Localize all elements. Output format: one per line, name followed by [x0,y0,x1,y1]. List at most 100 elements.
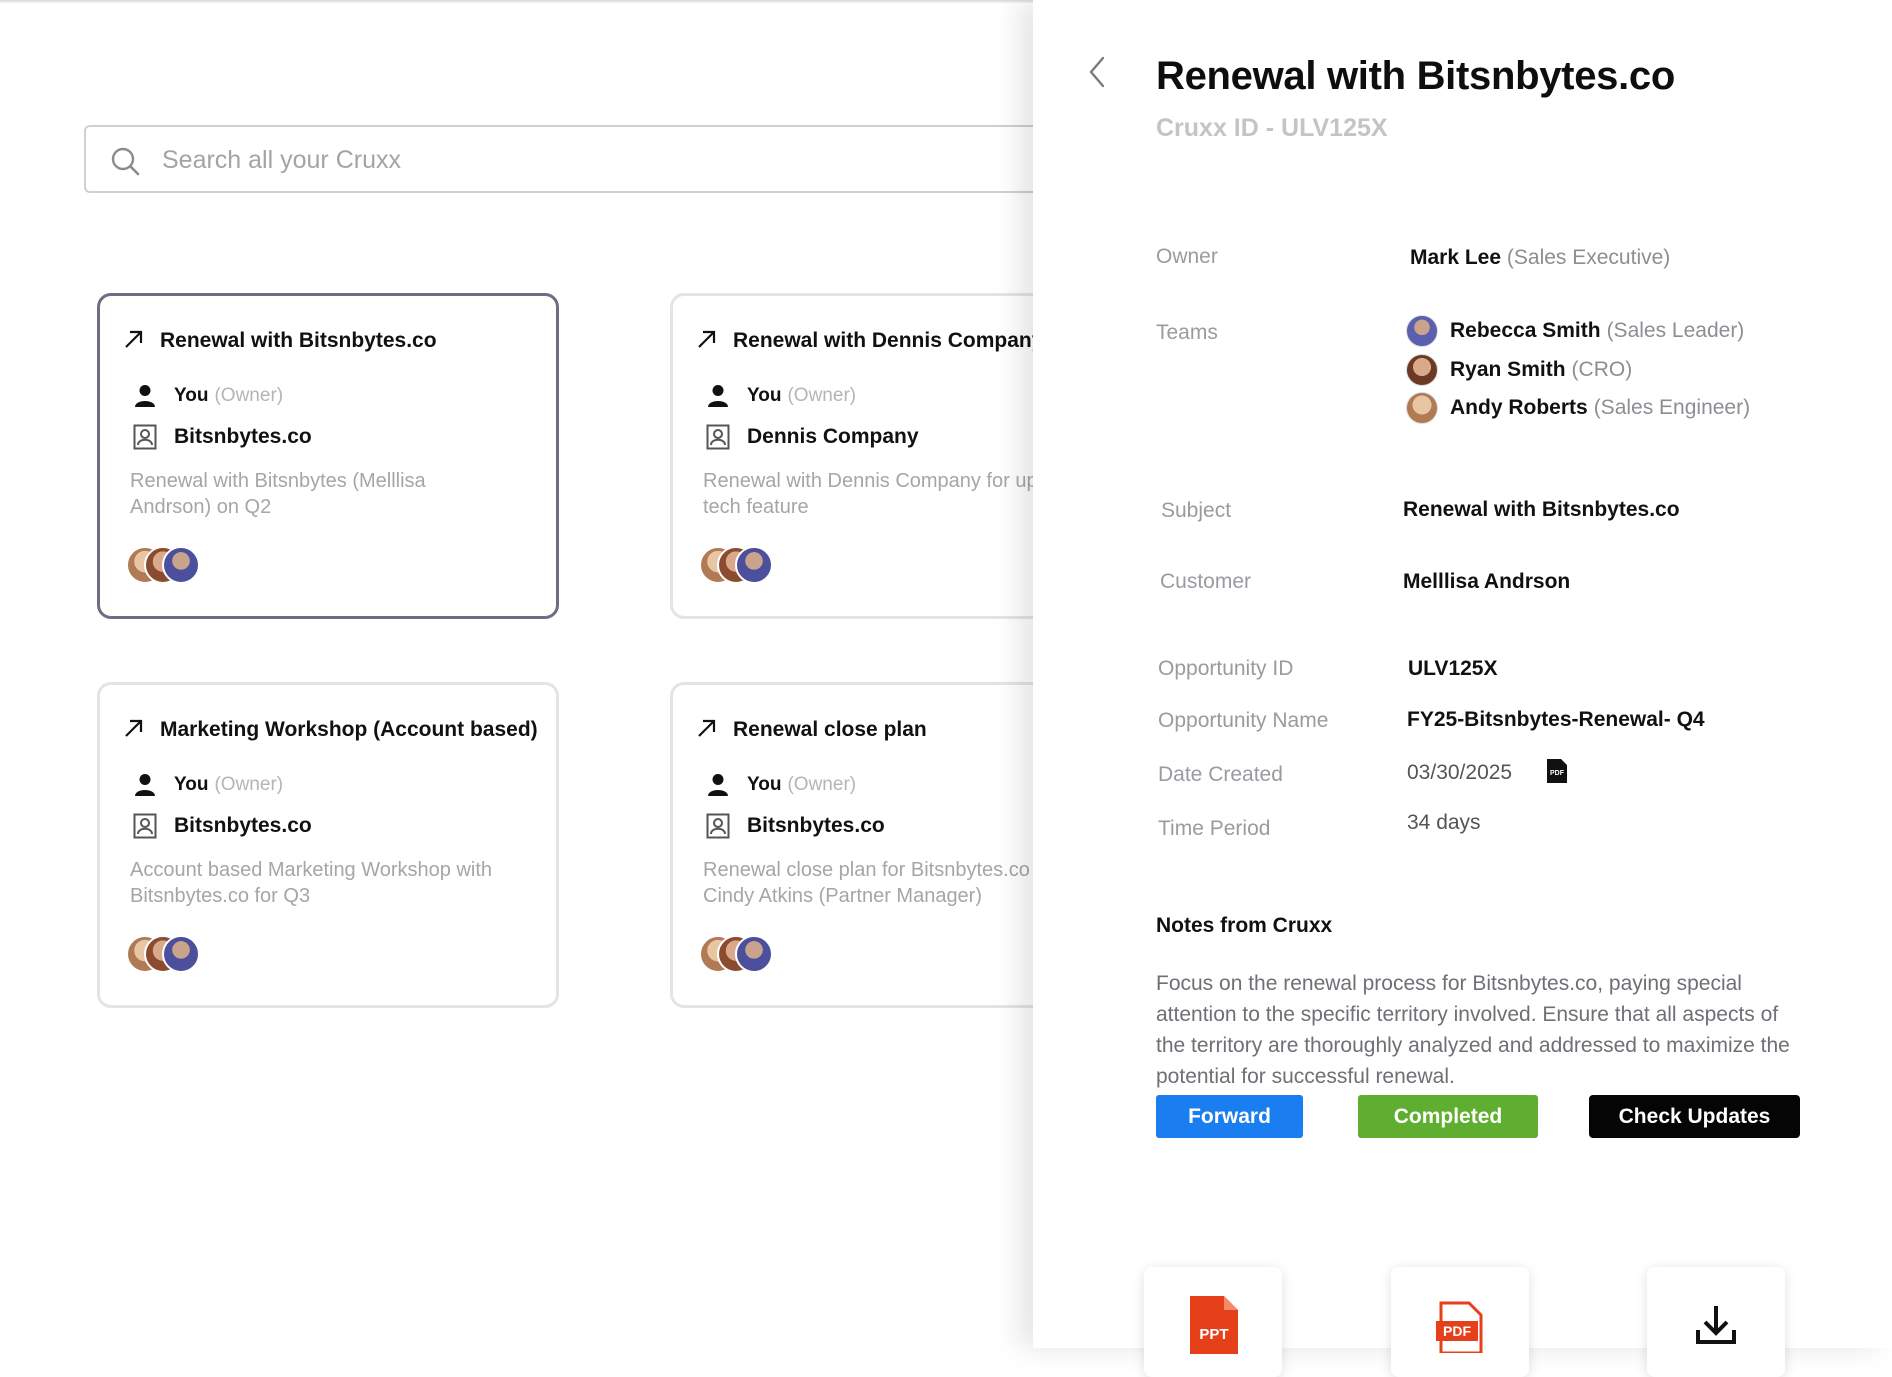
team-member: Ryan Smith (CRO) [1406,353,1632,387]
card-owner: You [747,774,782,795]
team-member-name: Rebecca Smith [1450,319,1601,342]
search-icon [111,147,140,176]
team-member-name: Ryan Smith [1450,358,1566,381]
contact-card-icon [703,811,733,841]
team-member-name: Andy Roberts [1450,396,1588,419]
cruxx-id: Cruxx ID - ULV125X [1156,114,1388,142]
team-member-role: (CRO) [1571,358,1633,381]
detail-panel: Renewal with Bitsnbytes.co Cruxx ID - UL… [1033,0,1892,1377]
card-owner-row: You (Owner) [703,381,856,411]
customer-value: Melllisa Andrson [1403,570,1571,593]
opportunity-name-value: FY25-Bitsnbytes-Renewal- Q4 [1407,708,1705,731]
card-owner: You [174,385,209,406]
card-title: Marketing Workshop (Account based) [160,718,538,741]
owner-value: Mark Lee (Sales Executive) [1410,246,1670,270]
download-tile[interactable] [1647,1267,1785,1377]
back-chevron-icon[interactable] [1083,52,1113,92]
avatar-stack [126,935,216,973]
open-arrow-icon [698,719,716,737]
avatar [1406,354,1438,386]
card-owner-role: (Owner) [214,385,284,406]
cruxx-card[interactable]: Marketing Workshop (Account based) You (… [97,682,559,1008]
card-owner-role: (Owner) [787,774,857,795]
card-title: Renewal close plan [733,718,927,741]
avatar-stack [126,546,216,584]
open-arrow-icon [125,330,143,348]
notes-heading: Notes from Cruxx [1156,914,1333,937]
pdf-file-icon: PDF [1436,1301,1483,1353]
mini-pdf-label: PDF [1550,770,1565,777]
pdf-file-icon[interactable]: PDF [1546,758,1568,784]
completed-button[interactable]: Completed [1358,1095,1538,1138]
card-description: Renewal with Dennis Company for upsell t… [703,470,1068,518]
ppt-file-icon: PPT [1190,1296,1238,1354]
contact-card-icon [130,811,160,841]
pdf-label: PDF [1443,1323,1471,1339]
avatar-stack [699,546,789,584]
avatar [735,546,773,584]
team-member-role: (Sales Leader) [1606,319,1745,342]
avatar [162,935,200,973]
person-icon [130,770,160,800]
teams-label: Teams [1156,321,1218,344]
card-owner-row: You (Owner) [130,770,283,800]
card-owner: You [174,774,209,795]
ppt-download-tile[interactable]: PPT [1144,1267,1282,1377]
detail-title: Renewal with Bitsnbytes.co [1156,54,1675,98]
person-icon [130,381,160,411]
owner-role: (Sales Executive) [1506,246,1671,269]
forward-button[interactable]: Forward [1156,1095,1303,1138]
opportunity-name-label: Opportunity Name [1158,709,1329,732]
search-input[interactable] [160,127,1064,193]
notes-text: Focus on the renewal process for Bitsnby… [1156,972,1790,1088]
cruxx-card[interactable]: Renewal with Bitsnbytes.co You (Owner) B… [97,293,559,619]
card-description: Renewal close plan for Bitsnbytes.co wit… [703,859,1071,907]
card-company: Bitsnbytes.co [174,814,312,837]
card-company-row: Bitsnbytes.co [130,811,312,841]
card-company: Bitsnbytes.co [174,425,312,448]
avatar-stack [699,935,789,973]
pdf-download-tile[interactable]: PDF [1391,1267,1529,1377]
date-created-value: 03/30/2025 [1407,761,1513,784]
customer-label: Customer [1160,570,1252,593]
download-icon [1696,1306,1736,1344]
team-member-role: (Sales Engineer) [1593,396,1751,419]
card-company: Dennis Company [747,425,919,448]
subject-label: Subject [1161,499,1232,522]
avatar [162,546,200,584]
contact-card-icon [703,422,733,452]
ppt-label: PPT [1199,1326,1228,1343]
card-title: Renewal with Bitsnbytes.co [160,329,437,352]
person-icon [703,770,733,800]
open-arrow-icon [698,330,716,348]
contact-card-icon [130,422,160,452]
avatar [1406,315,1438,347]
card-company-row: Dennis Company [703,422,919,452]
card-title: Renewal with Dennis Company [733,329,1044,352]
card-description: Renewal with Bitsnbytes (Melllisa Andrso… [130,470,426,518]
person-icon [703,381,733,411]
time-period-value: 34 days [1407,811,1481,834]
owner-label: Owner [1156,245,1218,268]
team-member: Rebecca Smith (Sales Leader) [1406,314,1744,348]
card-owner: You [747,385,782,406]
card-company-row: Bitsnbytes.co [703,811,885,841]
time-period-label: Time Period [1158,817,1271,840]
search-bar[interactable] [84,125,1124,193]
avatar [1406,392,1438,424]
owner-name: Mark Lee [1410,246,1502,269]
card-owner-role: (Owner) [214,774,284,795]
card-owner-row: You (Owner) [130,381,283,411]
card-description: Account based Marketing Workshop with Bi… [130,859,493,907]
team-member: Andy Roberts (Sales Engineer) [1406,391,1750,425]
card-company-row: Bitsnbytes.co [130,422,312,452]
card-company: Bitsnbytes.co [747,814,885,837]
subject-value: Renewal with Bitsnbytes.co [1403,498,1680,521]
avatar [735,935,773,973]
card-owner-row: You (Owner) [703,770,856,800]
opportunity-id-label: Opportunity ID [1158,657,1294,680]
opportunity-id-value: ULV125X [1408,657,1498,680]
card-owner-role: (Owner) [787,385,857,406]
check-updates-button[interactable]: Check Updates [1589,1095,1800,1138]
open-arrow-icon [125,719,143,737]
